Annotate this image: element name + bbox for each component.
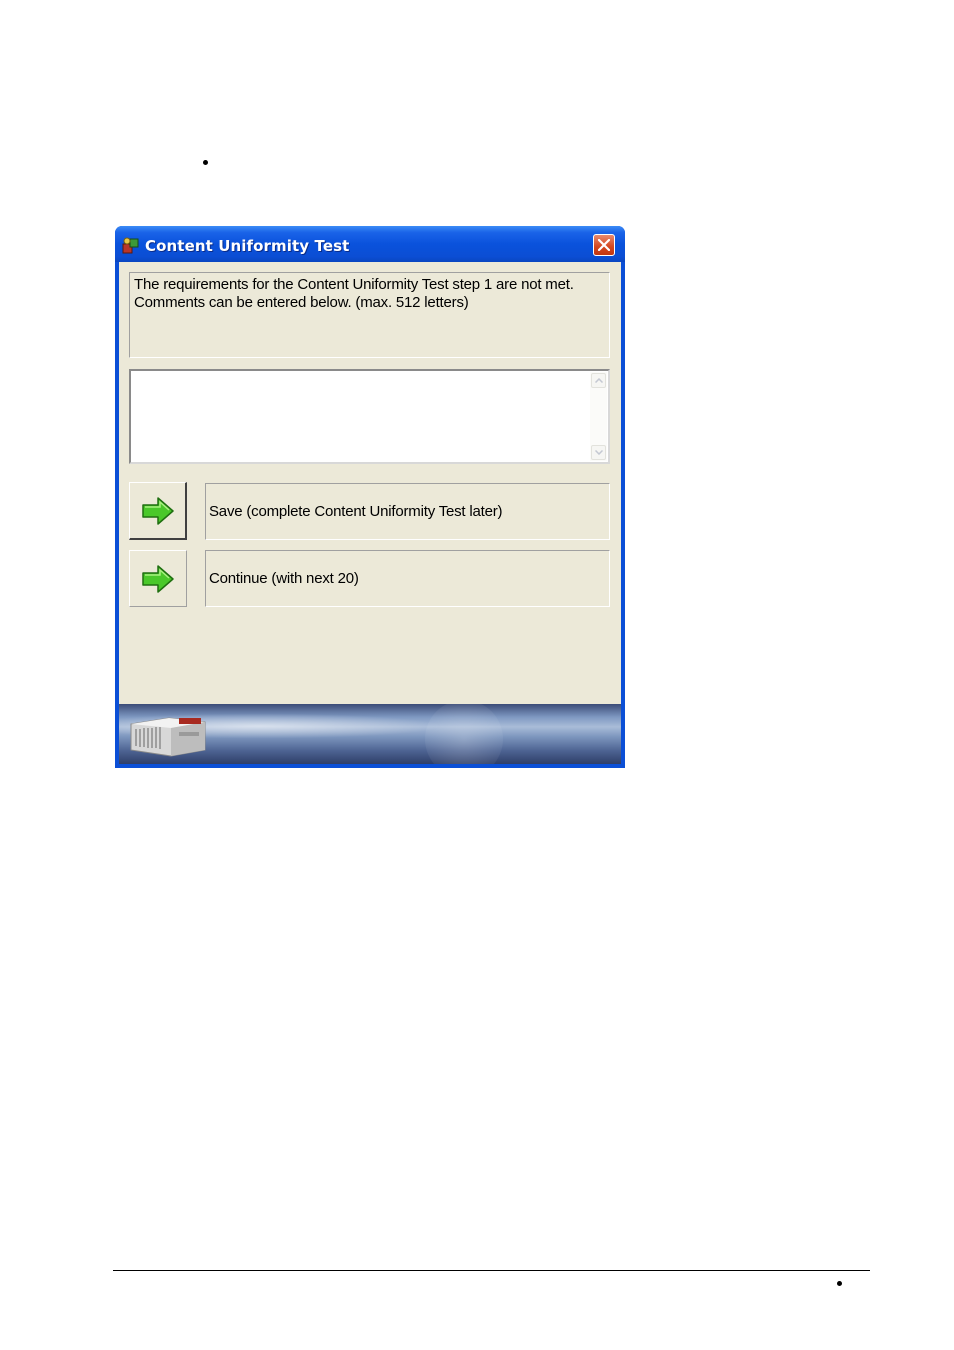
scroll-up-button[interactable]: [591, 373, 606, 388]
comment-scrollbar[interactable]: [590, 372, 607, 461]
scroll-down-button[interactable]: [591, 445, 606, 460]
bullet-marker: [837, 1281, 842, 1286]
close-button[interactable]: [593, 234, 615, 256]
green-arrow-right-icon: [142, 565, 174, 593]
close-icon: [598, 239, 610, 251]
continue-label: Continue (with next 20): [209, 570, 359, 587]
content-uniformity-test-window: Content Uniformity Test The requirements…: [115, 226, 625, 768]
bullet-marker: [203, 160, 208, 165]
footer-divider: [113, 1270, 870, 1271]
app-icon: [122, 237, 139, 254]
comment-field[interactable]: [129, 369, 610, 464]
message-panel: The requirements for the Content Uniform…: [129, 272, 610, 358]
instrument-device-image: [130, 717, 206, 757]
save-option[interactable]: Save (complete Content Uniformity Test l…: [205, 483, 610, 540]
continue-option[interactable]: Continue (with next 20): [205, 550, 610, 607]
continue-arrow-button[interactable]: [129, 550, 187, 607]
message-text: The requirements for the Content Uniform…: [134, 276, 574, 311]
comment-input[interactable]: [133, 373, 583, 458]
title-bar[interactable]: Content Uniformity Test: [115, 226, 625, 262]
green-arrow-right-icon: [142, 497, 174, 525]
scroll-down-arrow-icon: [595, 450, 603, 455]
banner-glow-circle: [425, 704, 503, 764]
instrument-banner: [119, 704, 621, 764]
save-arrow-button[interactable]: [129, 482, 187, 540]
save-label: Save (complete Content Uniformity Test l…: [209, 503, 503, 520]
dialog-client-area: The requirements for the Content Uniform…: [119, 262, 621, 704]
window-title: Content Uniformity Test: [145, 237, 350, 255]
scroll-up-arrow-icon: [595, 378, 603, 383]
